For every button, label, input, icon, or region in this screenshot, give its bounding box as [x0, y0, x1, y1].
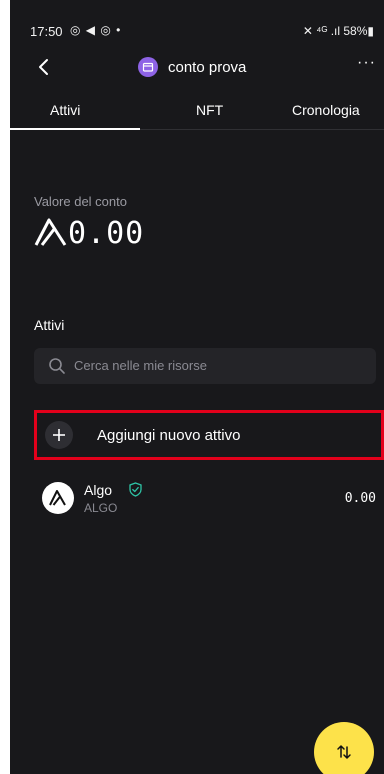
more-options-button[interactable]: ··· — [357, 54, 376, 72]
algo-icon — [34, 218, 67, 246]
back-button[interactable] — [32, 55, 56, 79]
swap-arrows-icon — [337, 745, 351, 759]
asset-ticker: ALGO — [84, 501, 118, 515]
asset-name: Algo — [84, 482, 113, 498]
plus-icon — [45, 421, 73, 449]
asset-amount: 0.00 — [344, 491, 376, 506]
tab-attivi[interactable]: Attivi — [50, 102, 80, 118]
status-bar: 17:50 ◎ ◀ ◎ • ✕ ⁴ᴳ .ıl 58%▮ — [10, 0, 384, 44]
tab-cronologia[interactable]: Cronologia — [292, 102, 360, 118]
account-title[interactable]: conto prova — [138, 57, 246, 77]
tab-bar: Attivi NFT Cronologia — [10, 94, 384, 130]
account-name: conto prova — [168, 58, 247, 76]
tab-nft[interactable]: NFT — [196, 102, 223, 118]
balance-label: Valore del conto — [34, 194, 127, 209]
active-tab-indicator — [10, 128, 140, 130]
algo-icon — [42, 482, 74, 514]
swap-button[interactable] — [314, 722, 374, 774]
add-asset-label: Aggiungi nuovo attivo — [97, 427, 241, 444]
notification-icons: ◎ ◀ ◎ • — [70, 23, 122, 37]
app-screen: 17:50 ◎ ◀ ◎ • ✕ ⁴ᴳ .ıl 58%▮ conto prova … — [10, 0, 384, 774]
status-time: 17:50 — [30, 24, 63, 39]
chevron-left-icon — [39, 59, 48, 75]
nav-bar: conto prova ··· — [10, 48, 384, 88]
search-input[interactable]: Cerca nelle mie risorse — [34, 348, 376, 384]
assets-section-title: Attivi — [34, 317, 65, 333]
system-status-icons: ✕ ⁴ᴳ .ıl 58%▮ — [302, 24, 374, 38]
wallet-icon — [138, 57, 158, 77]
search-icon — [49, 358, 65, 374]
balance-value: 0.00 — [34, 216, 144, 251]
search-placeholder: Cerca nelle mie risorse — [74, 358, 207, 373]
asset-row-algo[interactable]: Algo ALGO 0.00 — [34, 476, 376, 526]
add-asset-button[interactable]: Aggiungi nuovo attivo — [34, 410, 384, 460]
verified-shield-icon — [129, 482, 142, 497]
balance-amount: 0.00 — [68, 216, 145, 251]
